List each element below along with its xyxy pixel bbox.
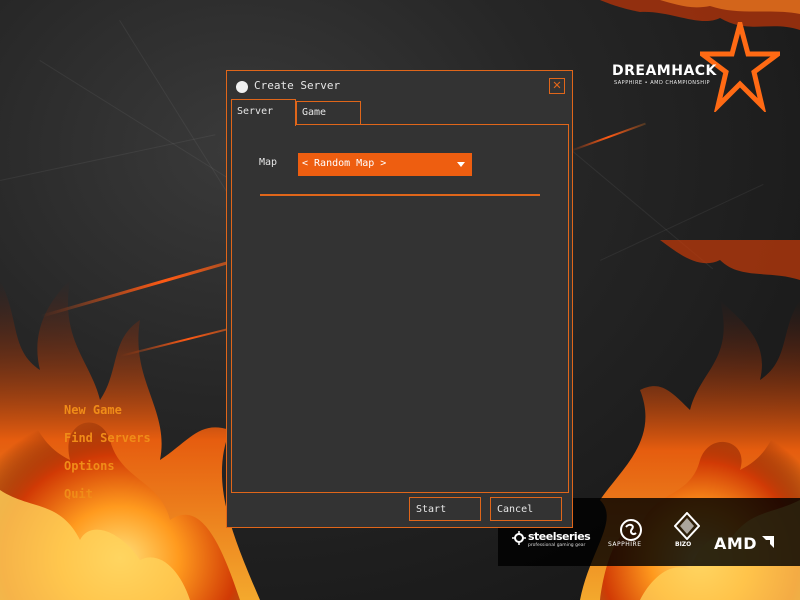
menu-item-find-servers[interactable]: Find Servers <box>64 430 151 458</box>
dialog-title: Create Server <box>254 79 341 92</box>
create-server-dialog: Create Server ✕ Server Game Map < Random… <box>226 70 573 528</box>
steelseries-logo: steelseries <box>528 530 591 543</box>
bizo-logo: BIZO <box>675 541 692 548</box>
amd-logo: AMD <box>714 534 758 553</box>
logo-subtitle: SAPPHIRE • AMD CHAMPIONSHIP <box>614 80 710 86</box>
main-menu: New Game Find Servers Options Quit <box>64 402 151 514</box>
tab-server[interactable]: Server <box>231 99 296 126</box>
tab-game[interactable]: Game <box>296 101 361 124</box>
sapphire-logo-icon <box>620 519 642 541</box>
cancel-button[interactable]: Cancel <box>490 497 562 521</box>
menu-item-new-game[interactable]: New Game <box>64 402 151 430</box>
separator <box>260 194 540 196</box>
server-tab-panel: Map < Random Map > <box>231 124 569 493</box>
sapphire-logo: SAPPHIRE <box>608 541 642 548</box>
map-select[interactable]: < Random Map > <box>298 153 472 176</box>
steelseries-tagline: professional gaming gear <box>528 543 586 548</box>
logo-title: DREAMHACK <box>612 63 717 79</box>
close-button[interactable]: ✕ <box>549 78 565 94</box>
map-select-value: < Random Map > <box>302 158 387 169</box>
chevron-down-icon <box>457 162 465 167</box>
title-bar[interactable]: Create Server ✕ <box>227 71 572 99</box>
start-button[interactable]: Start <box>409 497 481 521</box>
menu-item-options[interactable]: Options <box>64 458 151 486</box>
dreamhack-logo: DREAMHACK SAPPHIRE • AMD CHAMPIONSHIP <box>612 22 782 118</box>
bizo-logo-icon <box>674 512 700 540</box>
amd-arrow-icon <box>762 536 774 548</box>
close-icon: ✕ <box>552 77 562 93</box>
steelseries-logo-icon <box>512 531 526 545</box>
menu-item-quit[interactable]: Quit <box>64 486 151 514</box>
window-circle-icon <box>236 81 248 93</box>
map-label: Map <box>259 157 278 168</box>
